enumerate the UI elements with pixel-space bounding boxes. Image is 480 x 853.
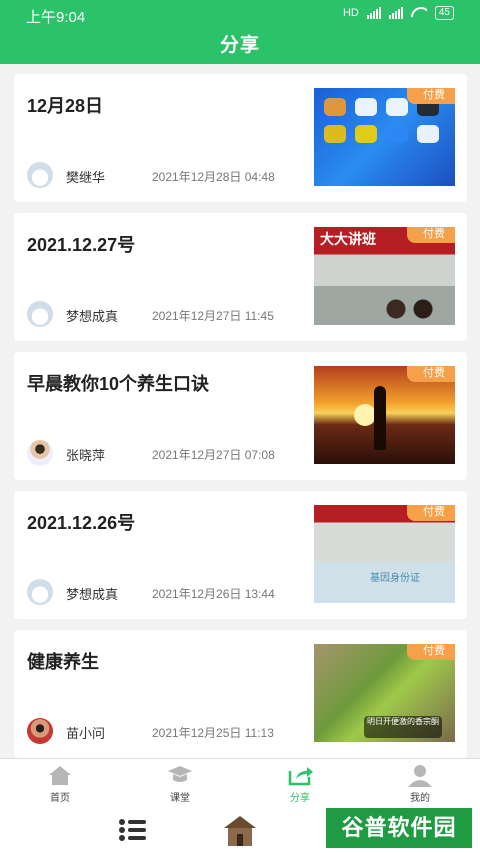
watermark: 谷普软件园 (326, 808, 472, 848)
hd-label: HD (342, 7, 359, 19)
post-title: 健康养生 (27, 652, 99, 672)
post-date: 2021年12月26日 13:44 (152, 587, 275, 601)
page-title: 分享 (219, 35, 260, 56)
tab-share[interactable]: 分享 (260, 763, 340, 804)
menu-icon[interactable] (118, 818, 148, 842)
post-card[interactable]: 2021.12.26号 梦想成真 2021年12月26日 13:44 基因身份证… (14, 491, 467, 619)
home-icon (49, 766, 71, 785)
thumb-video-caption: 明日开便激的香宗酮 (364, 716, 442, 738)
home-icon[interactable] (220, 812, 260, 848)
post-title: 2021.12.26号 (27, 513, 136, 533)
post-title: 早晨教你10个养生口诀 (27, 374, 210, 394)
tab-home[interactable]: 首页 (20, 763, 100, 804)
battery-icon: 45 (434, 6, 454, 20)
signal-icon (388, 7, 403, 19)
post-date: 2021年12月27日 07:08 (152, 448, 275, 462)
status-time: 上午9:04 (26, 9, 86, 26)
post-date: 2021年12月25日 11:13 (152, 726, 274, 740)
status-icons: HD 45 (343, 6, 454, 20)
avatar (27, 162, 53, 188)
graduation-cap-icon (168, 766, 192, 782)
post-date: 2021年12月28日 04:48 (152, 170, 275, 184)
post-author: 苗小问 (66, 726, 106, 741)
system-nav-bar: 谷普软件园 (0, 806, 480, 853)
thumb-banner-text: 大大讲班 (320, 231, 376, 247)
status-bar: 上午9:04 HD 45 (0, 0, 480, 30)
post-date: 2021年12月27日 11:45 (152, 309, 274, 323)
tab-classroom[interactable]: 课堂 (140, 763, 220, 804)
post-author: 樊继华 (66, 170, 106, 185)
tab-label: 分享 (290, 793, 310, 804)
post-card[interactable]: 12月28日 樊继华 2021年12月28日 04:48 付费 (14, 74, 467, 202)
paid-badge: 付费 (407, 644, 455, 660)
paid-badge: 付费 (407, 227, 455, 243)
post-thumbnail[interactable]: 基因身份证 付费 (314, 505, 455, 603)
wifi-icon (411, 7, 427, 19)
post-author: 梦想成真 (66, 587, 119, 602)
app-icons (324, 98, 449, 143)
tab-label: 我的 (410, 793, 430, 804)
tab-mine[interactable]: 我的 (380, 763, 460, 804)
post-title: 2021.12.27号 (27, 235, 136, 255)
post-thumbnail[interactable]: 明日开便激的香宗酮 付费 (314, 644, 455, 742)
post-thumbnail[interactable]: 付费 (314, 366, 455, 464)
signal-icon (366, 7, 381, 19)
paid-badge: 付费 (407, 505, 455, 521)
sun-shape (354, 404, 376, 426)
bottom-tab-bar: 首页 课堂 分享 我的 (0, 758, 480, 806)
paid-badge: 付费 (407, 88, 455, 104)
thumb-slide-text: 基因身份证 (370, 573, 420, 584)
tab-label: 课堂 (170, 793, 190, 804)
avatar (27, 301, 53, 327)
post-title: 12月28日 (27, 96, 104, 116)
post-thumbnail[interactable]: 大大讲班 付费 (314, 227, 455, 325)
post-author: 张晓萍 (66, 448, 106, 463)
post-card[interactable]: 健康养生 苗小问 2021年12月25日 11:13 明日开便激的香宗酮 付费 (14, 630, 467, 758)
header: 分享 (0, 30, 480, 64)
paid-badge: 付费 (407, 366, 455, 382)
post-card[interactable]: 2021.12.27号 梦想成真 2021年12月27日 11:45 大大讲班 … (14, 213, 467, 341)
post-card[interactable]: 早晨教你10个养生口诀 张晓萍 2021年12月27日 07:08 付费 (14, 352, 467, 480)
post-thumbnail[interactable]: 付费 (314, 88, 455, 186)
post-author: 梦想成真 (66, 309, 119, 324)
silhouette-shape (374, 386, 386, 450)
tab-label: 首页 (50, 793, 70, 804)
avatar (27, 579, 53, 605)
share-icon (288, 767, 313, 786)
avatar (27, 440, 53, 466)
user-icon (408, 765, 432, 787)
avatar (27, 718, 53, 744)
thumb-people (384, 295, 444, 323)
